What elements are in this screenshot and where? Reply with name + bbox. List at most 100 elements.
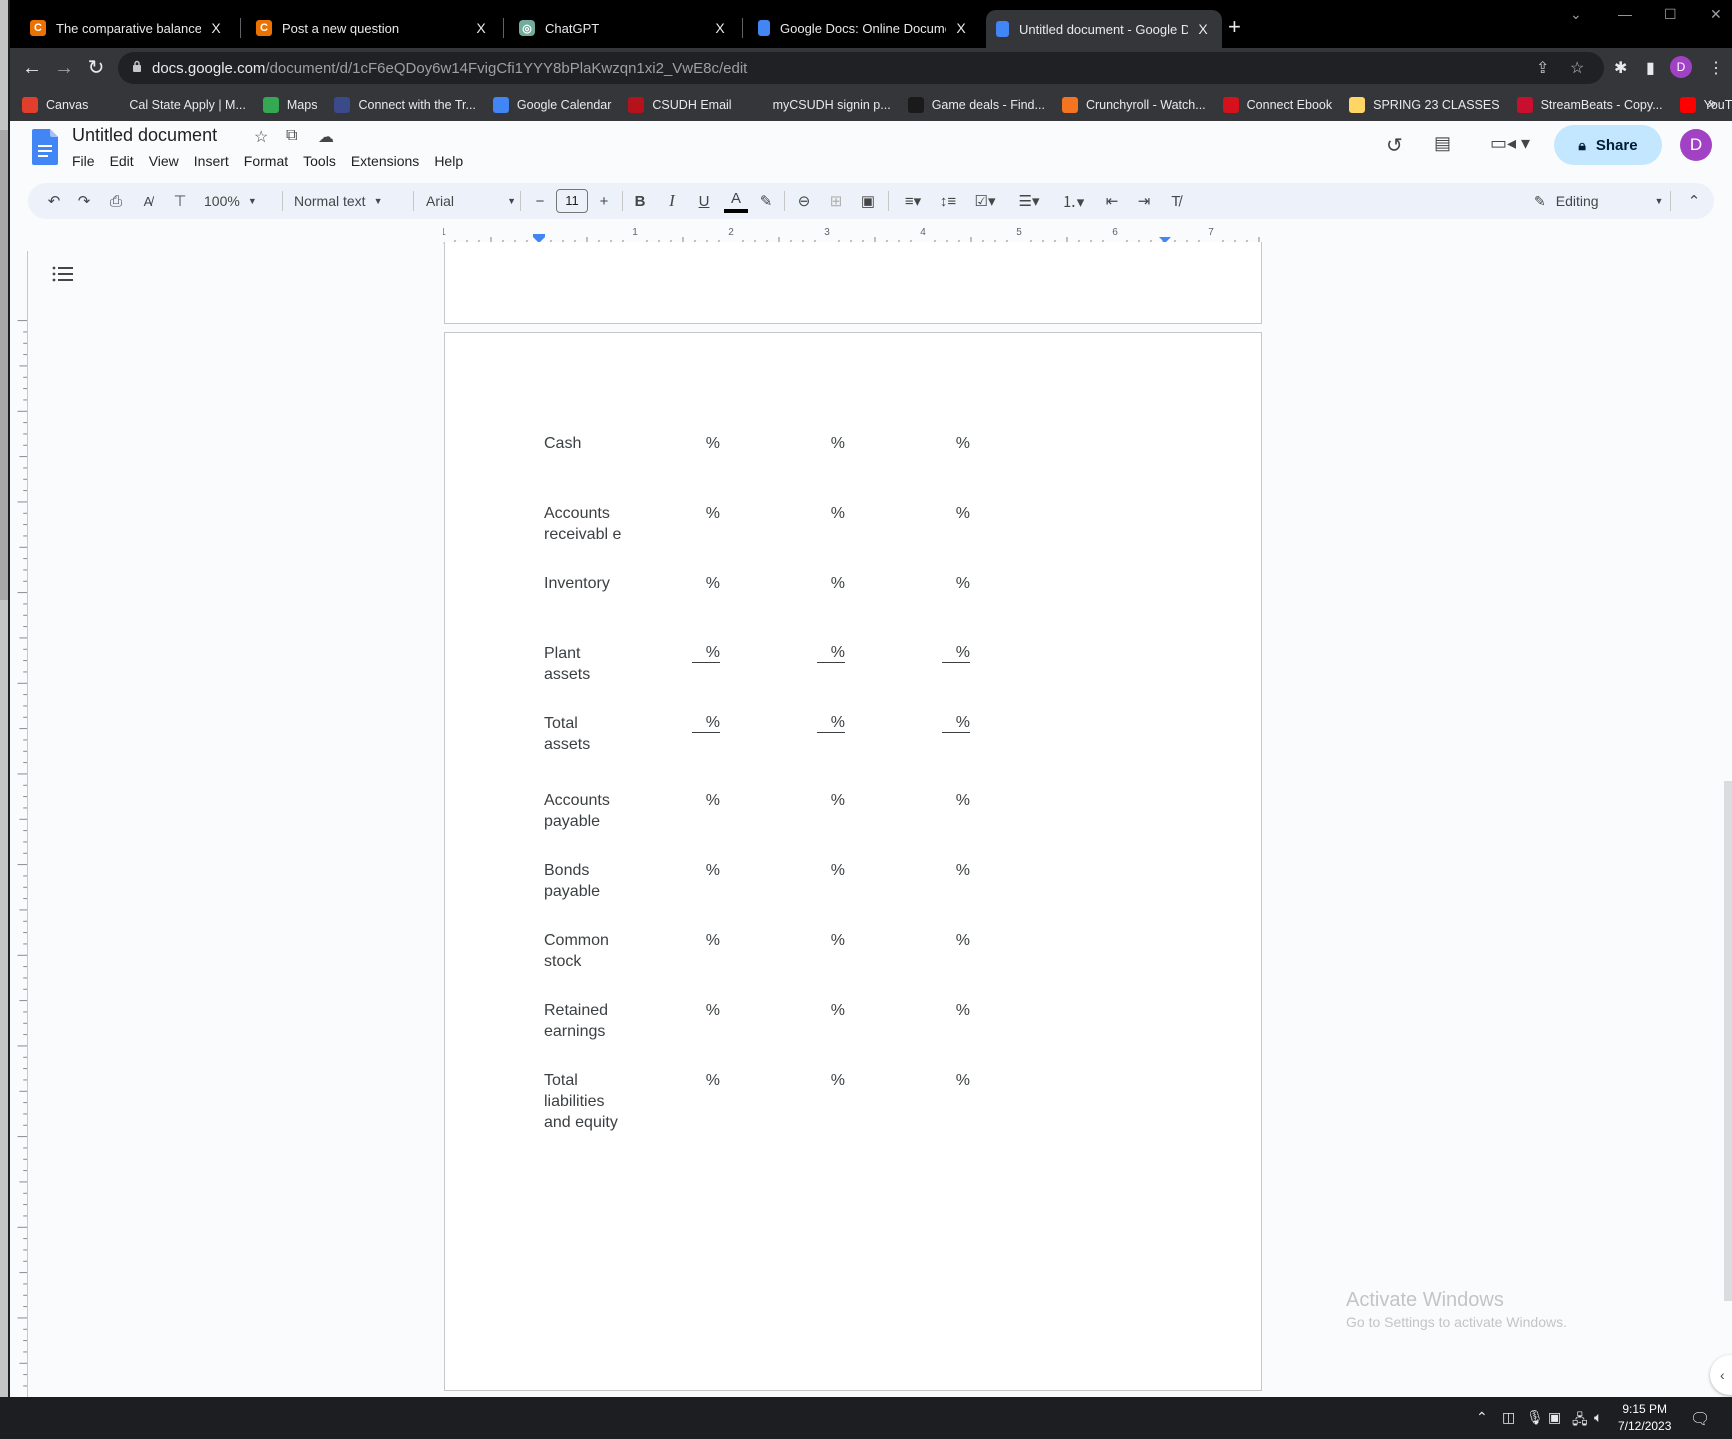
- percent-cell[interactable]: %: [692, 790, 720, 811]
- row-label[interactable]: Plant assets: [544, 643, 624, 685]
- bookmark-star-icon[interactable]: ☆: [1570, 58, 1584, 78]
- close-tab-icon[interactable]: X: [1194, 21, 1212, 37]
- bookmark-item[interactable]: Game deals - Find...: [907, 96, 1045, 113]
- notifications-icon[interactable]: 🗨︎: [1690, 1409, 1710, 1429]
- row-label[interactable]: Inventory: [544, 573, 624, 594]
- address-bar[interactable]: docs.google.com/document/d/1cF6eQDoy6w14…: [118, 52, 1604, 84]
- highlight-icon[interactable]: ✎: [754, 183, 778, 219]
- bookmark-item[interactable]: Cal State Apply | M...: [105, 96, 246, 113]
- redo-icon[interactable]: ↷: [72, 183, 96, 219]
- clear-formatting-icon[interactable]: T̸: [1164, 183, 1188, 219]
- text-color-icon[interactable]: A: [724, 187, 748, 213]
- print-icon[interactable]: ⎙: [104, 183, 128, 219]
- font-size-input[interactable]: 11: [556, 189, 588, 213]
- percent-cell[interactable]: %: [817, 503, 845, 524]
- menu-file[interactable]: File: [72, 151, 95, 171]
- percent-cell[interactable]: %: [817, 713, 845, 733]
- row-label[interactable]: Accounts receivabl e: [544, 503, 624, 545]
- editing-mode-select[interactable]: ✎ Editing ▼: [1534, 183, 1663, 219]
- menu-tools[interactable]: Tools: [303, 151, 336, 171]
- italic-icon[interactable]: I: [660, 183, 684, 219]
- new-tab-button[interactable]: +: [1228, 14, 1241, 40]
- account-avatar[interactable]: D: [1680, 129, 1712, 161]
- bookmark-item[interactable]: StreamBeats - Copy...: [1516, 96, 1663, 113]
- version-history-icon[interactable]: ↺: [1386, 133, 1403, 158]
- star-icon[interactable]: ☆: [254, 127, 268, 147]
- decrease-font-size-icon[interactable]: −: [528, 183, 552, 219]
- percent-cell[interactable]: %: [692, 860, 720, 881]
- increase-indent-icon[interactable]: ⇥: [1132, 183, 1156, 219]
- side-panel-icon[interactable]: ▮: [1646, 58, 1655, 78]
- percent-cell[interactable]: %: [692, 643, 720, 663]
- menu-insert[interactable]: Insert: [194, 151, 229, 171]
- percent-cell[interactable]: %: [817, 930, 845, 951]
- percent-cell[interactable]: %: [942, 643, 970, 663]
- percent-cell[interactable]: %: [817, 790, 845, 811]
- tab-chegg-balance-sheets[interactable]: C The comparative balance sheets f X: [20, 10, 235, 46]
- browser-menu-icon[interactable]: ⋮: [1708, 58, 1724, 78]
- percent-cell[interactable]: %: [817, 573, 845, 594]
- cloud-saved-icon[interactable]: ☁: [318, 127, 334, 147]
- menu-view[interactable]: View: [149, 151, 179, 171]
- tab-google-docs-home[interactable]: Google Docs: Online Document E X: [748, 10, 980, 46]
- tab-chatgpt[interactable]: ◎ ChatGPT X: [509, 10, 739, 46]
- row-label[interactable]: Accounts payable: [544, 790, 624, 832]
- bookmark-item[interactable]: Connect Ebook: [1222, 96, 1332, 113]
- close-tab-icon[interactable]: X: [207, 20, 225, 36]
- page-previous[interactable]: [444, 242, 1262, 324]
- page-current[interactable]: Cash%%% Accounts receivabl e%%% Inventory%…: [444, 332, 1262, 1391]
- row-label[interactable]: Total assets: [544, 713, 624, 755]
- percent-cell[interactable]: %: [692, 930, 720, 951]
- vertical-ruler[interactable]: [10, 251, 28, 1397]
- bookmark-item[interactable]: CSUDH Email: [628, 96, 732, 113]
- percent-cell[interactable]: %: [692, 433, 720, 454]
- bookmark-item[interactable]: YouTube: [1679, 96, 1732, 113]
- share-button[interactable]: 🔒︎ Share: [1554, 125, 1662, 165]
- percent-cell[interactable]: %: [817, 860, 845, 881]
- row-label[interactable]: Total liabilities and equity: [544, 1070, 624, 1133]
- document-title[interactable]: Untitled document: [72, 125, 217, 146]
- close-window-icon[interactable]: ✕: [1710, 6, 1722, 23]
- google-docs-logo[interactable]: [32, 129, 58, 165]
- show-side-panel-button[interactable]: ‹: [1710, 1355, 1732, 1395]
- percent-cell[interactable]: %: [817, 1070, 845, 1091]
- percent-cell[interactable]: %: [942, 433, 970, 454]
- maximize-icon[interactable]: ☐: [1664, 6, 1677, 23]
- insert-image-icon[interactable]: ▣: [856, 183, 880, 219]
- menu-edit[interactable]: Edit: [110, 151, 134, 171]
- minimize-icon[interactable]: —: [1618, 6, 1632, 22]
- percent-cell[interactable]: %: [817, 1000, 845, 1021]
- increase-font-size-icon[interactable]: +: [592, 183, 616, 219]
- close-tab-icon[interactable]: X: [472, 20, 490, 36]
- percent-cell[interactable]: %: [692, 573, 720, 594]
- bookmarks-overflow-icon[interactable]: »: [1708, 95, 1716, 112]
- font-select[interactable]: Arial ▼: [426, 183, 516, 219]
- bookmark-item[interactable]: Connect with the Tr...: [334, 96, 476, 113]
- back-icon[interactable]: ←: [20, 56, 44, 80]
- display-icon[interactable]: ▣: [1548, 1409, 1561, 1426]
- underline-icon[interactable]: U: [692, 183, 716, 219]
- numbered-list-icon[interactable]: ⒈▾: [1056, 183, 1090, 219]
- percent-cell[interactable]: %: [817, 643, 845, 663]
- url-text[interactable]: docs.google.com/document/d/1cF6eQDoy6w14…: [152, 60, 747, 77]
- link-icon[interactable]: ⊖: [792, 183, 816, 219]
- bold-icon[interactable]: B: [628, 183, 652, 219]
- row-label[interactable]: Bonds payable: [544, 860, 624, 902]
- tab-untitled-document[interactable]: Untitled document - Google Doc X: [986, 10, 1222, 48]
- tab-search-icon[interactable]: ⌄: [1570, 6, 1582, 23]
- style-select[interactable]: Normal text ▼: [294, 183, 383, 219]
- bookmark-item[interactable]: Canvas: [22, 96, 88, 113]
- document-scrollbar[interactable]: [1724, 781, 1732, 1301]
- zoom-select[interactable]: 100% ▼: [204, 183, 257, 219]
- volume-icon[interactable]: 🔈︎: [1594, 1409, 1602, 1426]
- menu-extensions[interactable]: Extensions: [351, 151, 419, 171]
- scrollbar-thumb[interactable]: [0, 130, 8, 600]
- percent-cell[interactable]: %: [942, 1000, 970, 1021]
- meet-icon[interactable]: ▭◂ ▾: [1490, 133, 1530, 154]
- percent-cell[interactable]: %: [942, 860, 970, 881]
- microphone-icon[interactable]: 🎙︎: [1526, 1409, 1544, 1426]
- percent-cell[interactable]: %: [942, 790, 970, 811]
- undo-icon[interactable]: ↶: [42, 183, 66, 219]
- decrease-indent-icon[interactable]: ⇤: [1100, 183, 1124, 219]
- percent-cell[interactable]: %: [942, 503, 970, 524]
